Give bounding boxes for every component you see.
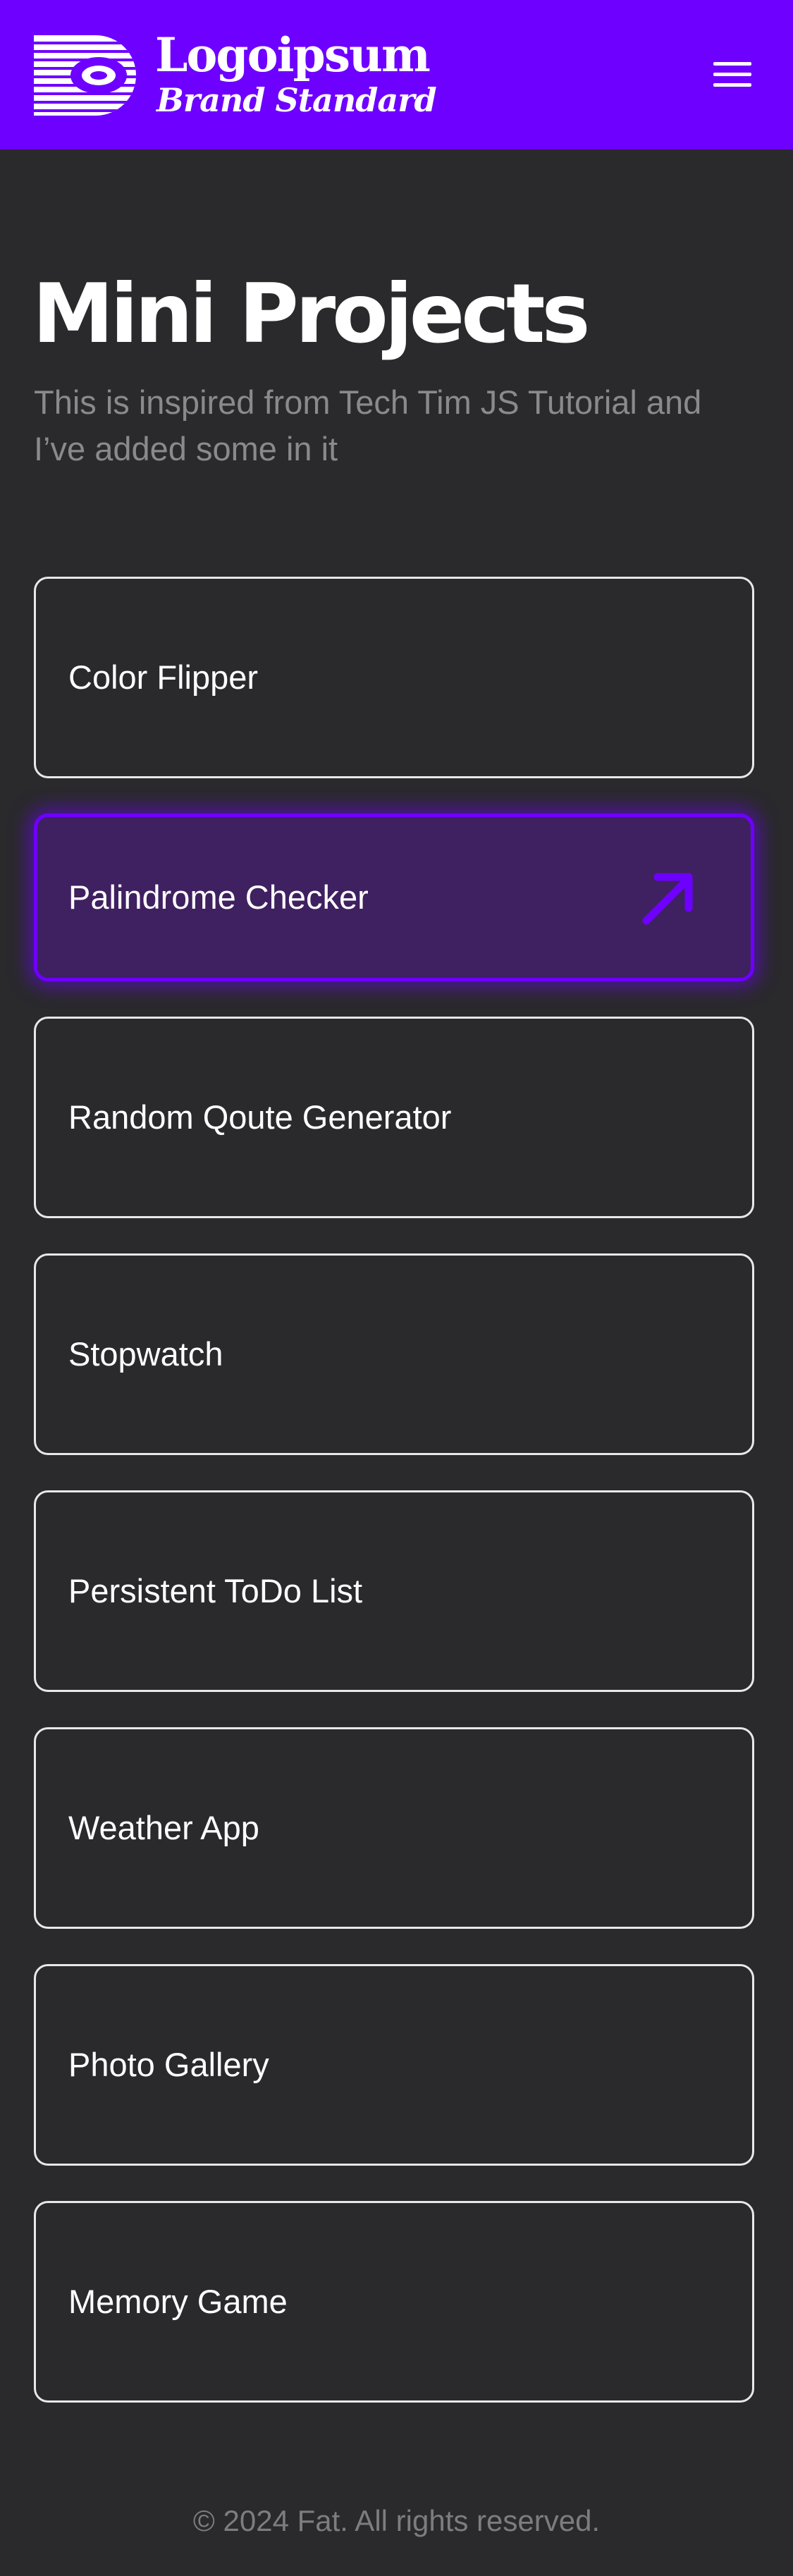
hamburger-menu-icon[interactable] bbox=[709, 56, 758, 93]
footer-copyright: © 2024 Fat. All rights reserved. bbox=[192, 2504, 601, 2537]
project-card-stopwatch[interactable]: Stopwatch bbox=[34, 1253, 754, 1455]
menu-bar bbox=[713, 62, 751, 66]
page-subtitle: This is inspired from Tech Tim JS Tutori… bbox=[34, 384, 702, 467]
project-card-label: Persistent ToDo List bbox=[68, 1572, 363, 1609]
project-card-label: Random Qoute Generator bbox=[68, 1098, 452, 1136]
brand-tagline: Brand Standard bbox=[156, 81, 437, 119]
project-card-label: Weather App bbox=[68, 1809, 259, 1846]
project-card-memory-game[interactable]: Memory Game bbox=[34, 2201, 754, 2403]
striped-circle-logo-icon bbox=[34, 35, 136, 116]
project-card-persistent-todo-list[interactable]: Persistent ToDo List bbox=[34, 1490, 754, 1692]
project-list: Color Flipper Palindrome Checker Random … bbox=[34, 577, 754, 2438]
site-header: Logoipsum Brand Standard bbox=[0, 0, 793, 149]
menu-bar bbox=[713, 73, 751, 76]
brand-logo[interactable]: Logoipsum Brand Standard bbox=[34, 28, 437, 120]
project-card-label: Memory Game bbox=[68, 2283, 288, 2320]
page-title: Mini Projects bbox=[32, 266, 591, 362]
project-card-photo-gallery[interactable]: Photo Gallery bbox=[34, 1964, 754, 2166]
brand-name: Logoipsum bbox=[155, 27, 431, 82]
project-card-label: Photo Gallery bbox=[68, 2046, 269, 2083]
project-card-palindrome-checker[interactable]: Palindrome Checker bbox=[34, 814, 754, 981]
project-card-color-flipper[interactable]: Color Flipper bbox=[34, 577, 754, 778]
project-card-label: Stopwatch bbox=[68, 1335, 223, 1373]
arrow-up-right-icon bbox=[642, 873, 693, 925]
project-card-label: Color Flipper bbox=[68, 658, 259, 696]
project-card-label: Palindrome Checker bbox=[68, 878, 369, 916]
project-card-random-quote-generator[interactable]: Random Qoute Generator bbox=[34, 1017, 754, 1218]
project-card-weather-app[interactable]: Weather App bbox=[34, 1727, 754, 1929]
menu-bar bbox=[713, 83, 751, 87]
